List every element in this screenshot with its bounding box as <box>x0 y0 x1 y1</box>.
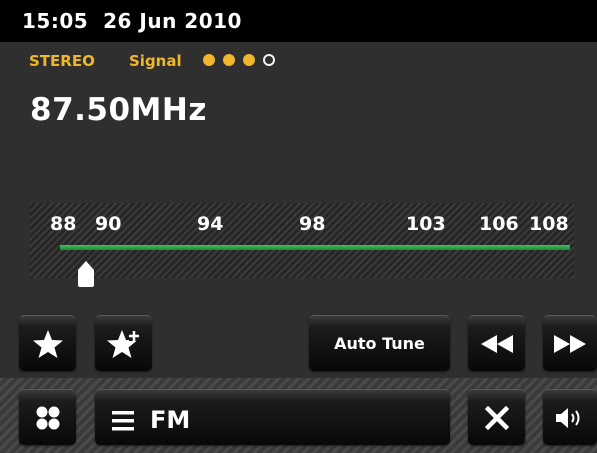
rewind-icon <box>480 334 513 353</box>
scale-tick: 94 <box>197 213 224 235</box>
star-icon <box>32 329 63 358</box>
status-bar: 15:05 26 Jun 2010 <box>0 0 597 42</box>
scale-tick: 88 <box>50 213 77 235</box>
signal-dot-1 <box>203 54 215 66</box>
close-button[interactable] <box>468 389 525 445</box>
signal-dot-4 <box>263 54 275 66</box>
signal-dot-2 <box>223 54 235 66</box>
scale-tick: 108 <box>529 213 569 235</box>
scale-tick: 103 <box>406 213 446 235</box>
scale-tick: 98 <box>299 213 326 235</box>
clock: 15:05 26 Jun 2010 <box>22 9 242 33</box>
add-favorite-button[interactable] <box>95 315 152 371</box>
signal-label: Signal <box>129 52 182 70</box>
source-label: FM <box>150 406 191 434</box>
volume-icon <box>556 407 580 428</box>
rewind-button[interactable] <box>468 315 525 371</box>
date-text: 26 Jun 2010 <box>103 9 242 33</box>
favorites-button[interactable] <box>19 315 76 371</box>
menu-icon <box>112 411 134 431</box>
signal-dot-3 <box>243 54 255 66</box>
close-icon <box>484 405 509 430</box>
star-plus-icon <box>106 329 139 358</box>
fast-forward-button[interactable] <box>543 315 597 371</box>
tuning-scale[interactable]: 88 90 94 98 103 106 108 <box>30 203 574 287</box>
auto-tune-button[interactable]: Auto Tune <box>309 315 450 371</box>
tuning-line <box>60 245 570 250</box>
source-menu-button[interactable]: FM <box>95 389 450 445</box>
frequency-display: 87.50MHz <box>30 92 207 128</box>
home-dots-icon <box>36 406 59 429</box>
scale-tick: 90 <box>95 213 122 235</box>
volume-button[interactable] <box>543 389 597 445</box>
auto-tune-label: Auto Tune <box>334 334 425 353</box>
stereo-indicator: STEREO <box>29 52 95 70</box>
tuning-marker-handle[interactable] <box>77 260 95 288</box>
time-text: 15:05 <box>22 9 89 33</box>
scale-tick: 106 <box>479 213 519 235</box>
fast-forward-icon <box>554 334 586 353</box>
home-button[interactable] <box>19 389 76 445</box>
